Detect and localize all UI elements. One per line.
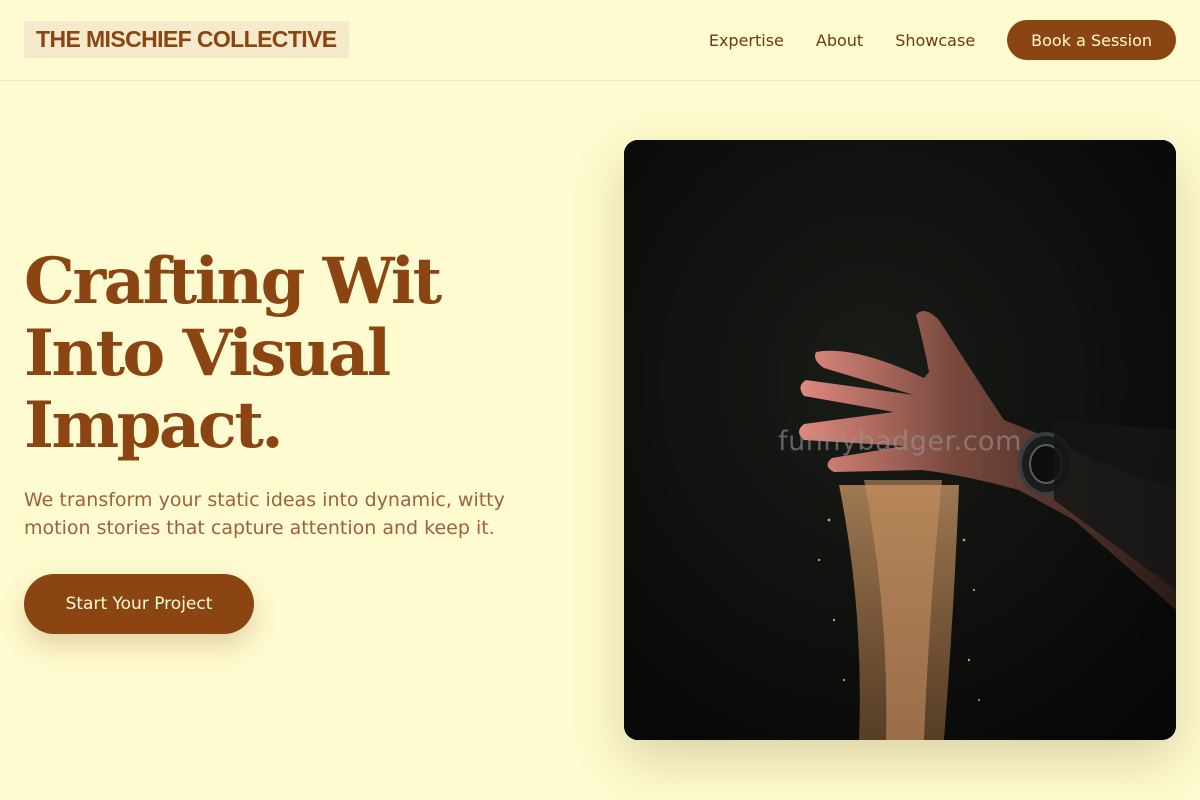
hero-subtitle: We transform your static ideas into dyna… xyxy=(24,489,505,539)
start-project-button[interactable]: Start Your Project xyxy=(24,574,254,634)
hero-image: funnybadger.com xyxy=(624,140,1176,740)
site-header: THE MISCHIEF COLLECTIVE Expertise About … xyxy=(0,0,1200,81)
main-nav: Expertise About Showcase Book a Session xyxy=(709,20,1176,60)
nav-link-showcase[interactable]: Showcase xyxy=(895,31,975,50)
nav-link-about[interactable]: About xyxy=(816,31,863,50)
hero-title: Crafting Wit Into Visual Impact. xyxy=(24,244,442,463)
brand-logo[interactable]: THE MISCHIEF COLLECTIVE xyxy=(24,21,349,58)
book-session-button[interactable]: Book a Session xyxy=(1007,20,1176,60)
nav-link-expertise[interactable]: Expertise xyxy=(709,31,784,50)
image-watermark: funnybadger.com xyxy=(778,426,1022,457)
